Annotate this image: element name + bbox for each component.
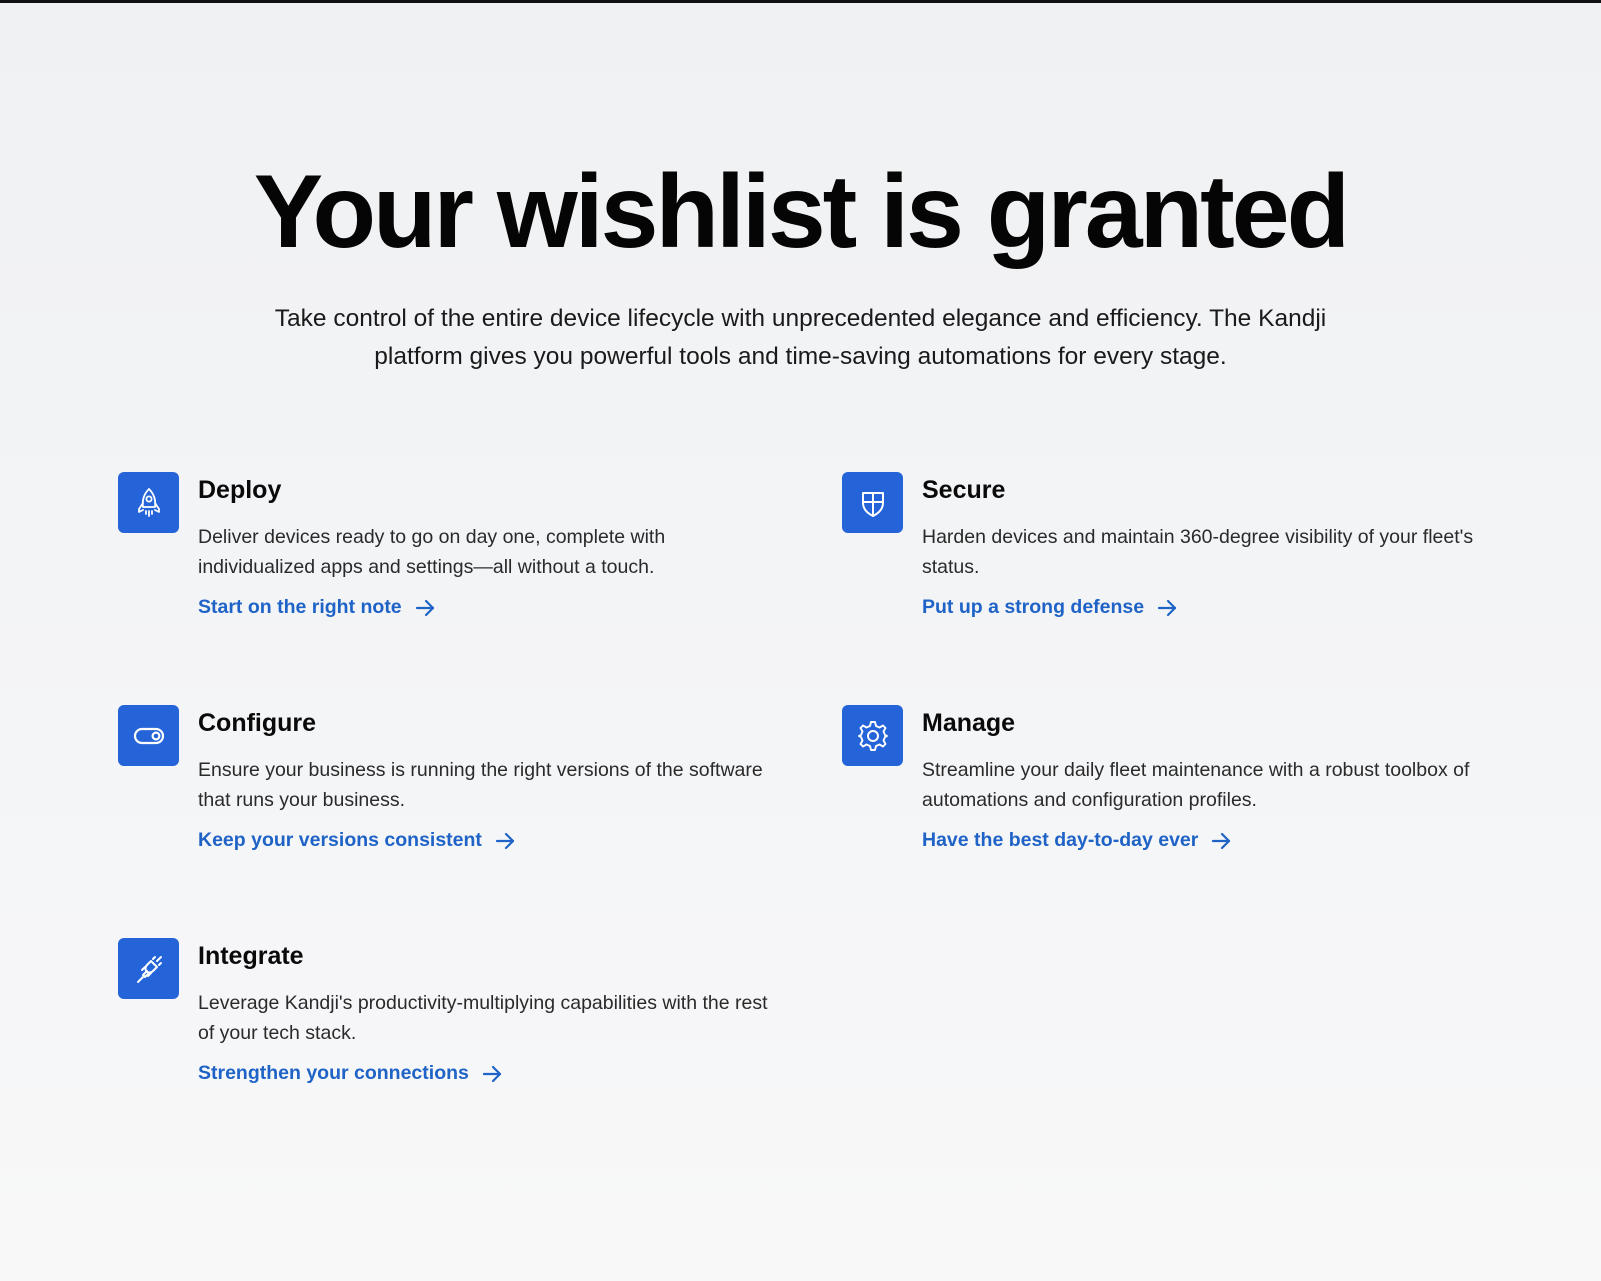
arrow-right-icon (415, 599, 434, 616)
gear-icon (842, 705, 903, 766)
feature-link-label: Strengthen your connections (198, 1062, 469, 1084)
feature-link-label: Have the best day-to-day ever (922, 829, 1199, 851)
feature-link-secure[interactable]: Put up a strong defense (922, 596, 1178, 619)
toggle-icon (118, 705, 179, 766)
feature-link-manage[interactable]: Have the best day-to-day ever (922, 829, 1232, 852)
shield-icon (842, 472, 903, 533)
feature-title: Configure (198, 709, 317, 737)
feature-description: Ensure your business is running the righ… (198, 759, 763, 811)
feature-title: Manage (922, 709, 1016, 737)
arrow-right-icon (495, 832, 515, 849)
feature-title: Deploy (198, 476, 282, 504)
feature-description: Deliver devices ready to go on day one, … (198, 526, 666, 578)
arrow-right-icon (1158, 599, 1177, 616)
top-border (0, 0, 1601, 3)
feature-link-deploy[interactable]: Start on the right note (198, 596, 436, 619)
feature-link-configure[interactable]: Keep your versions consistent (198, 829, 516, 852)
plug-icon (118, 938, 179, 999)
feature-link-label: Start on the right note (198, 596, 402, 618)
feature-link-integrate[interactable]: Strengthen your connections (198, 1062, 503, 1085)
page-subtitle: Take control of the entire device lifecy… (274, 305, 1327, 370)
feature-title: Integrate (198, 942, 304, 970)
feature-link-label: Keep your versions consistent (198, 829, 482, 851)
feature-description: Harden devices and maintain 360-degree v… (922, 526, 1474, 578)
feature-description: Leverage Kandji's productivity-multiplyi… (198, 992, 768, 1044)
arrow-right-icon (482, 1065, 501, 1082)
rocket-icon (118, 472, 179, 533)
feature-title: Secure (922, 476, 1006, 504)
arrow-right-icon (1212, 832, 1231, 849)
feature-description: Streamline your daily fleet maintenance … (922, 759, 1470, 811)
page-title: Your wishlist is granted (253, 154, 1350, 270)
feature-link-label: Put up a strong defense (922, 596, 1145, 618)
